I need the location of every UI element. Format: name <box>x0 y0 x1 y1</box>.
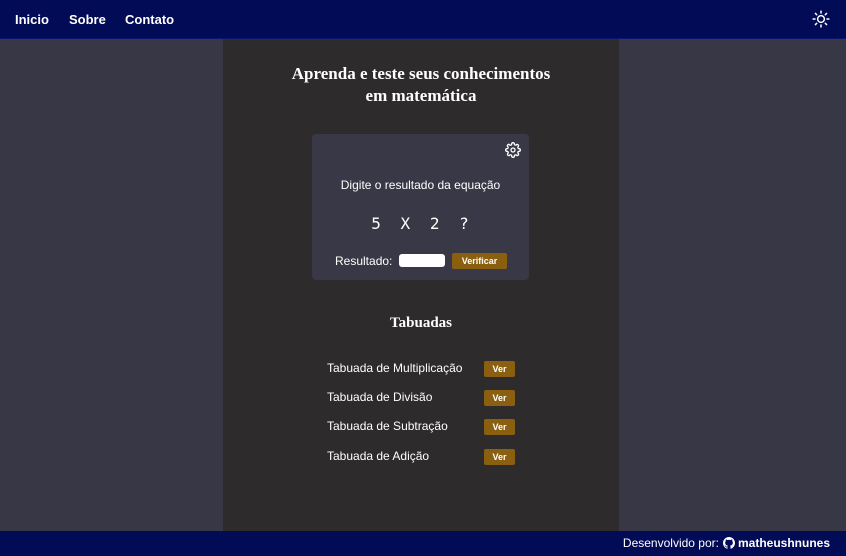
equation-operator: X <box>400 214 412 233</box>
nav-link-sobre[interactable]: Sobre <box>69 12 106 27</box>
gear-icon[interactable] <box>505 142 521 158</box>
footer-credit: Desenvolvido por: matheushnunes <box>623 536 830 550</box>
github-icon <box>722 537 735 549</box>
quiz-card: Digite o resultado da equação 5 X 2 ? Re… <box>312 134 529 280</box>
table-label: Tabuada de Divisão <box>327 390 433 404</box>
table-row-subtracao: Tabuada de Subtração Ver <box>327 419 527 435</box>
ver-button-multiplicacao[interactable]: Ver <box>484 361 515 377</box>
quiz-prompt: Digite o resultado da equação <box>340 178 501 192</box>
footer-prefix: Desenvolvido por: <box>622 536 719 550</box>
page-title-line1: Aprenda e teste seus conhecimentos <box>291 64 551 83</box>
equation: 5 X 2 ? <box>312 214 529 233</box>
result-label: Resultado: <box>335 254 393 268</box>
footer: Desenvolvido por: matheushnunes <box>0 531 846 556</box>
equation-unknown: ? <box>459 214 470 233</box>
tables-title: Tabuadas <box>390 315 452 331</box>
equation-operand1: 5 <box>371 214 382 233</box>
ver-button-divisao[interactable]: Ver <box>484 390 515 406</box>
table-label: Tabuada de Multiplicação <box>327 361 463 375</box>
table-label: Tabuada de Subtração <box>327 419 448 433</box>
verify-button[interactable]: Verificar <box>452 253 507 269</box>
author-link[interactable]: matheushnunes <box>738 536 830 550</box>
page-title-line2: em matemática <box>365 86 477 105</box>
nav-link-inicio[interactable]: Inicio <box>15 12 49 27</box>
result-row: Resultado: Verificar <box>335 253 525 269</box>
page-title: Aprenda e teste seus conhecimentos em ma… <box>223 63 619 107</box>
equation-operand2: 2 <box>429 214 441 233</box>
table-row-multiplicacao: Tabuada de Multiplicação Ver <box>327 361 527 377</box>
table-row-divisao: Tabuada de Divisão Ver <box>327 390 527 406</box>
table-label: Tabuada de Adição <box>327 449 430 463</box>
main-content: Aprenda e teste seus conhecimentos em ma… <box>223 39 619 531</box>
result-input[interactable] <box>399 254 445 267</box>
sun-icon[interactable] <box>812 10 830 28</box>
ver-button-adicao[interactable]: Ver <box>484 449 515 465</box>
navbar: Inicio Sobre Contato <box>0 0 846 39</box>
nav-link-contato[interactable]: Contato <box>125 12 174 27</box>
table-row-adicao: Tabuada de Adição Ver <box>327 449 527 465</box>
ver-button-subtracao[interactable]: Ver <box>484 419 515 435</box>
